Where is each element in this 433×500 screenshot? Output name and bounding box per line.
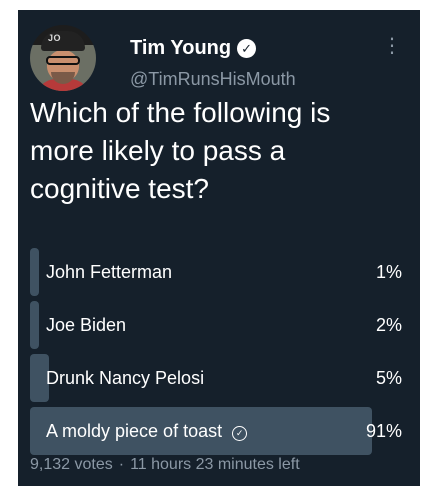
more-options-icon[interactable]: ⋮ — [382, 36, 402, 56]
poll-option-label: Joe Biden — [46, 315, 127, 335]
name-row: Tim Young ✓ — [130, 37, 257, 60]
avatar[interactable]: JO — [30, 25, 96, 91]
poll-option: John Fetterman 1% — [30, 248, 406, 296]
poll-option-label-wrap: A moldy piece of toast ✓ — [46, 407, 248, 455]
avatar-glasses — [46, 56, 80, 65]
poll-option-label: John Fetterman — [46, 262, 173, 282]
tweet-card: JO Tim Young ✓ @TimRunsHisMouth ⋮ Which … — [18, 10, 420, 486]
poll-option-bar — [30, 301, 40, 349]
poll-option-percent: 91% — [365, 421, 402, 441]
poll-option: Joe Biden 2% — [30, 301, 406, 349]
time-left: 11 hours 23 minutes left — [130, 456, 300, 473]
tweet-header: JO Tim Young ✓ @TimRunsHisMouth ⋮ — [30, 20, 408, 91]
poll-option-winner: A moldy piece of toast ✓ 91% — [30, 407, 406, 455]
poll-option-percent: 1% — [375, 262, 402, 282]
verified-badge-icon: ✓ — [237, 39, 257, 58]
poll-option-percent: 2% — [375, 315, 402, 335]
avatar-cap-text: JO — [48, 33, 62, 43]
poll-option-percent: 5% — [375, 368, 402, 388]
poll: John Fetterman 1% Joe Biden 2% Drunk Nan… — [30, 248, 406, 460]
poll-option: Drunk Nancy Pelosi 5% — [30, 354, 406, 402]
poll-meta: 9,132 votes · 11 hours 23 minutes left — [30, 456, 300, 474]
poll-option-bar — [30, 248, 40, 296]
display-name[interactable]: Tim Young — [130, 37, 231, 60]
poll-option-label: A moldy piece of toast — [46, 421, 223, 441]
tweet-text: Which of the following is more likely to… — [30, 97, 331, 204]
poll-option-label: Drunk Nancy Pelosi — [46, 368, 205, 388]
meta-separator: · — [118, 456, 125, 473]
check-circle-icon: ✓ — [232, 426, 248, 441]
vote-count: 9,132 votes — [30, 456, 113, 473]
user-handle[interactable]: @TimRunsHisMouth — [130, 69, 296, 90]
